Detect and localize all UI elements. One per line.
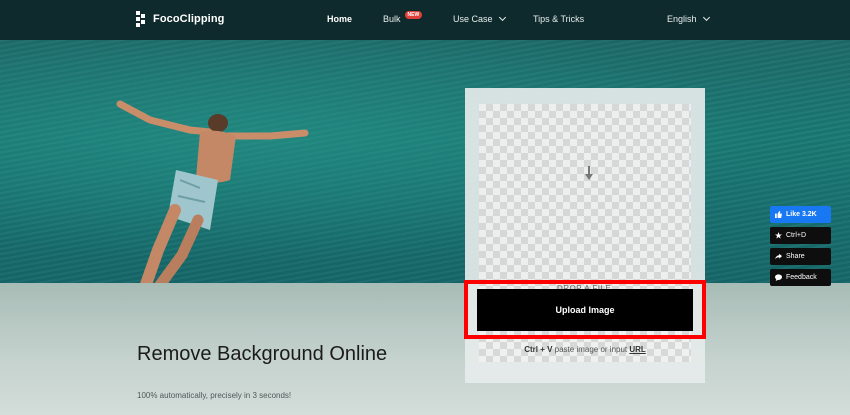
like-label: Like 3.2K bbox=[786, 211, 817, 218]
language-selector[interactable]: English bbox=[667, 13, 710, 24]
nav-use-case[interactable]: Use Case bbox=[453, 13, 506, 24]
nav-use-case-label: Use Case bbox=[453, 14, 493, 24]
language-label: English bbox=[667, 14, 697, 24]
bookmark-button[interactable]: Ctrl+D bbox=[770, 227, 831, 244]
logo[interactable]: FocoClipping bbox=[136, 11, 224, 27]
paste-hint-text: paste image or input bbox=[552, 345, 630, 354]
top-navbar: FocoClipping Home Bulk NEW Use Case Tips… bbox=[0, 0, 850, 40]
nav-tips[interactable]: Tips & Tricks bbox=[533, 14, 584, 24]
page-title: Remove Background Online bbox=[137, 343, 388, 365]
chevron-down-icon bbox=[702, 13, 710, 22]
logo-icon bbox=[136, 11, 147, 27]
share-icon bbox=[775, 253, 782, 260]
hero-background bbox=[0, 40, 850, 283]
feedback-button[interactable]: Feedback bbox=[770, 269, 831, 286]
upload-image-button[interactable]: Upload Image bbox=[477, 289, 693, 331]
new-badge: NEW bbox=[404, 11, 423, 19]
nav-home[interactable]: Home bbox=[327, 14, 352, 24]
chat-icon bbox=[775, 274, 782, 281]
paste-hint: Ctrl + V paste image or input URL bbox=[465, 345, 705, 354]
hero-lower-band bbox=[0, 283, 850, 415]
page-subtitle: 100% automatically, precisely in 3 secon… bbox=[137, 391, 292, 400]
url-link[interactable]: URL bbox=[629, 345, 645, 354]
chevron-down-icon bbox=[498, 13, 506, 22]
download-arrow-icon bbox=[585, 166, 593, 180]
thumbs-up-icon bbox=[775, 211, 782, 218]
bookmark-label: Ctrl+D bbox=[786, 232, 807, 239]
star-icon bbox=[775, 232, 782, 239]
nav-bulk[interactable]: Bulk NEW bbox=[383, 11, 423, 24]
logo-text: FocoClipping bbox=[153, 13, 225, 25]
facebook-like-button[interactable]: Like 3.2K bbox=[770, 206, 831, 223]
feedback-label: Feedback bbox=[786, 274, 817, 281]
share-label: Share bbox=[786, 253, 805, 260]
upload-panel: DROP A FILE bbox=[465, 88, 705, 383]
share-button[interactable]: Share bbox=[770, 248, 831, 265]
diver-image bbox=[116, 100, 309, 283]
nav-bulk-label: Bulk bbox=[383, 14, 401, 24]
paste-shortcut: Ctrl + V bbox=[524, 345, 553, 354]
